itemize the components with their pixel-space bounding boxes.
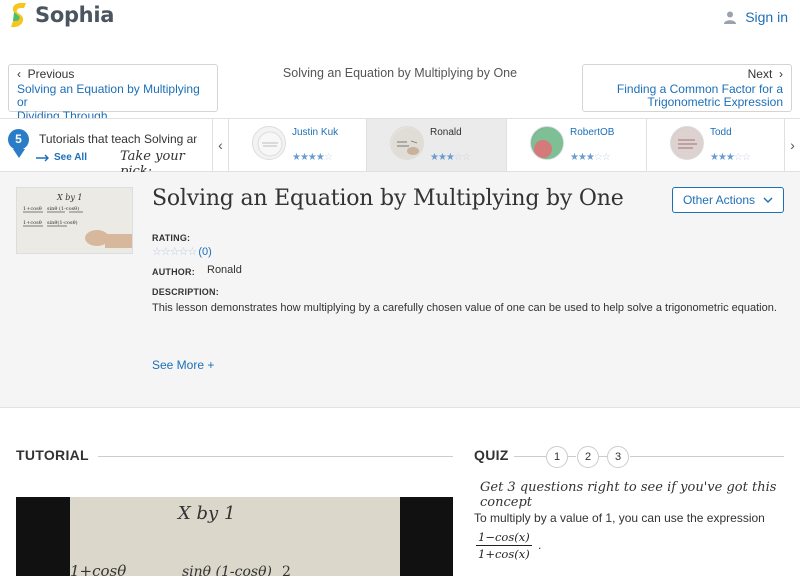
tutorial-heading: TUTORIAL (16, 447, 89, 463)
other-actions-label: Other Actions (682, 193, 756, 207)
see-more-link[interactable]: See More + (152, 358, 214, 372)
quiz-question-1[interactable]: 1 (546, 446, 568, 468)
sophia-logo[interactable]: Sophia (8, 2, 114, 28)
rating-row: ☆☆☆☆☆ (0) (152, 245, 212, 259)
tutorial-count-badge: 5 (8, 129, 29, 158)
next-link-line-2[interactable]: Trigonometric Expression (591, 95, 783, 110)
next-link-line-1[interactable]: Finding a Common Factor for a (591, 82, 783, 97)
chevron-down-icon (763, 197, 773, 203)
tutorial-video-player[interactable]: X by 1 1+cosθ sinθ (1-cosθ) 2 (16, 497, 453, 576)
description-text: This lesson demonstrates how multiplying… (152, 302, 777, 314)
other-actions-button[interactable]: Other Actions (672, 187, 784, 213)
rating-stars[interactable]: ☆☆☆☆☆ (152, 245, 197, 258)
description-label: DESCRIPTION: (152, 287, 219, 297)
breadcrumb-title: Solving an Equation by Multiplying by On… (282, 66, 518, 80)
card-author-name: Todd (710, 127, 732, 138)
avatar (252, 126, 286, 160)
strip-heading: Tutorials that teach Solving an E (39, 132, 197, 146)
see-all-link[interactable]: See All (36, 152, 87, 163)
previous-link-line-1[interactable]: Solving an Equation by Multiplying or (17, 82, 209, 110)
svg-text:X by 1: X by 1 (56, 193, 83, 202)
author-label: AUTHOR: (152, 267, 195, 277)
video-frame: X by 1 1+cosθ sinθ (1-cosθ) 2 (70, 497, 400, 576)
next-direction: Next › (591, 67, 783, 82)
svg-text:X by 1: X by 1 (176, 503, 235, 524)
sign-in-label: Sign in (745, 9, 788, 25)
svg-text:1+cosθ: 1+cosθ (70, 562, 126, 576)
card-author-name: RobertOB (570, 127, 615, 138)
next-label: Next (747, 67, 773, 81)
fraction-numerator: 1−cos(x) (476, 530, 532, 546)
card-author-name: Justin Kuk (292, 127, 339, 138)
card-author-name: Ronald (430, 127, 462, 138)
quiz-question-text: To multiply by a value of 1, you can use… (474, 511, 765, 525)
previous-tutorial-box[interactable]: ‹ Previous Solving an Equation by Multip… (8, 64, 218, 122)
rating-count[interactable]: (0) (198, 246, 211, 258)
quiz-question-2[interactable]: 2 (577, 446, 599, 468)
quiz-prompt: Get 3 questions right to see if you've g… (480, 480, 777, 510)
quiz-divider-right (630, 456, 784, 457)
svg-text:2: 2 (282, 564, 291, 576)
sophia-logo-icon (11, 3, 26, 28)
fraction-denominator: 1+cos(x) (478, 547, 530, 561)
avatar (530, 126, 564, 160)
quiz-divider-left (514, 456, 546, 457)
see-all-label: See All (54, 152, 87, 163)
svg-text:sinθ (1-cosθ): sinθ (1-cosθ) (182, 564, 272, 576)
avatar (390, 126, 424, 160)
tutorial-detail-panel: X by 1 1+cosθ sinθ (1-cosθ) 1+cosθ sinθ(… (0, 172, 800, 408)
svg-text:sinθ (1-cosθ): sinθ (1-cosθ) (47, 205, 79, 212)
tutorial-divider (98, 456, 453, 457)
next-tutorial-box[interactable]: Next › Finding a Common Factor for a Tri… (582, 64, 792, 112)
svg-text:1+cosθ: 1+cosθ (23, 220, 42, 226)
chevron-right-icon: › (779, 67, 783, 81)
chevron-right-icon: › (790, 137, 795, 153)
chevron-left-icon: ‹ (17, 67, 21, 81)
quiz-heading: QUIZ (474, 447, 509, 463)
quiz-divider (599, 456, 607, 457)
tutorial-card-robertob[interactable]: RobertOB ★★★☆☆ (506, 119, 646, 171)
logo-text: Sophia (35, 3, 115, 27)
card-star-rating: ★★★☆☆ (710, 152, 751, 163)
quiz-divider (568, 456, 576, 457)
avatar (670, 126, 704, 160)
strip-next-arrow[interactable]: › (784, 119, 800, 171)
strip-intro: 5 Tutorials that teach Solving an E See … (0, 119, 212, 179)
top-header: Sophia Sign in (0, 0, 800, 36)
whiteboard-thumbnail-image: X by 1 1+cosθ sinθ (1-cosθ) 1+cosθ sinθ(… (17, 188, 132, 253)
rating-label: RATING: (152, 233, 191, 243)
video-thumbnail[interactable]: X by 1 1+cosθ sinθ (1-cosθ) 1+cosθ sinθ(… (16, 187, 133, 254)
fraction-period: . (538, 538, 542, 552)
tutorial-title: Solving an Equation by Multiplying by On… (152, 186, 624, 211)
quiz-fraction: 1−cos(x) 1+cos(x) (476, 530, 532, 561)
author-name: Ronald (207, 264, 242, 276)
strip-prev-arrow[interactable]: ‹ (212, 119, 228, 171)
card-star-rating: ★★★☆☆ (570, 152, 611, 163)
previous-direction: ‹ Previous (17, 67, 209, 82)
card-star-rating: ★★★★☆ (292, 152, 333, 163)
whiteboard-video-frame: X by 1 1+cosθ sinθ (1-cosθ) 2 (70, 497, 400, 576)
tutorial-card-ronald[interactable]: Ronald ★★★☆☆ (366, 119, 506, 171)
tutorials-strip: 5 Tutorials that teach Solving an E See … (0, 118, 800, 179)
chevron-left-icon: ‹ (218, 137, 223, 153)
arrow-right-icon (36, 154, 49, 161)
svg-text:1+cosθ: 1+cosθ (23, 206, 42, 212)
card-star-rating: ★★★☆☆ (430, 152, 471, 163)
quiz-question-3[interactable]: 3 (607, 446, 629, 468)
sign-in-link[interactable]: Sign in (724, 9, 788, 25)
tutorial-card-justin-kuk[interactable]: Justin Kuk ★★★★☆ (228, 119, 368, 171)
previous-label: Previous (27, 67, 75, 81)
tutorial-card-todd[interactable]: Todd ★★★☆☆ (646, 119, 786, 171)
user-icon (724, 11, 737, 24)
svg-text:sinθ(1-cosθ): sinθ(1-cosθ) (47, 219, 78, 226)
